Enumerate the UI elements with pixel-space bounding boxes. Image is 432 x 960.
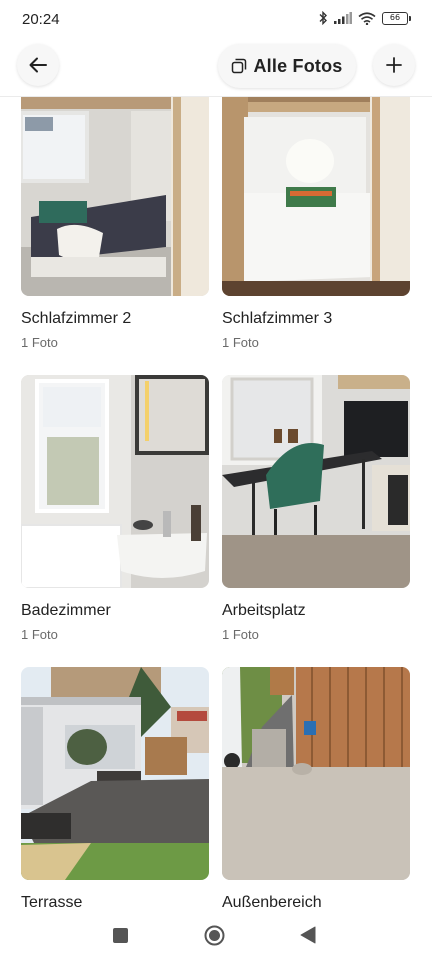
room-photo-count: 1 Foto [21,335,58,350]
status-icons: 66 [318,11,411,25]
room-photo-count: 1 Foto [21,627,58,642]
photo-grid: Schlafzimmer 2 1 Foto Schlafzimmer 3 1 F… [0,97,432,910]
room-card[interactable]: Terrasse [21,667,209,910]
room-photo-count: 1 Foto [222,335,259,350]
room-title: Außenbereich [222,894,322,910]
triangle-back-icon [300,926,316,944]
room-title: Arbeitsplatz [222,602,306,619]
status-time: 20:24 [22,11,60,28]
square-icon [113,928,128,943]
back-nav-button[interactable] [300,926,316,949]
all-photos-button[interactable]: Alle Fotos [218,44,356,88]
signal-icon [334,12,352,24]
room-photo-outdoor-area[interactable] [222,667,410,880]
room-photo-bathroom[interactable] [21,375,209,588]
system-nav-bar [0,910,432,960]
top-bar: Alle Fotos [0,40,432,96]
room-title: Schlafzimmer 3 [222,310,333,327]
room-photo-bedroom-2[interactable] [21,97,209,296]
room-photo-bedroom-3[interactable] [222,97,410,296]
arrow-left-icon [29,57,47,73]
room-card[interactable]: Schlafzimmer 3 1 Foto [222,97,410,350]
recents-button[interactable] [113,928,128,948]
room-photo-terrace[interactable] [21,667,209,880]
bluetooth-icon [319,11,327,25]
all-photos-label: Alle Fotos [253,55,343,76]
room-card[interactable]: Schlafzimmer 2 1 Foto [21,97,209,350]
home-button[interactable] [204,925,225,951]
status-bar: 20:24 66 [0,0,432,40]
photos-stack-icon [232,58,247,74]
add-button[interactable] [373,44,415,86]
circle-icon [204,925,225,946]
room-card[interactable]: Außenbereich [222,667,410,910]
plus-icon [386,57,402,73]
room-photo-workspace[interactable] [222,375,410,588]
back-button[interactable] [17,44,59,86]
room-title: Badezimmer [21,602,111,619]
room-card[interactable]: Arbeitsplatz 1 Foto [222,375,410,642]
room-card[interactable]: Badezimmer 1 Foto [21,375,209,642]
battery-icon: 66 [382,11,411,25]
room-title: Terrasse [21,894,83,910]
room-photo-count: 1 Foto [222,627,259,642]
wifi-icon [358,11,376,25]
room-title: Schlafzimmer 2 [21,310,132,327]
